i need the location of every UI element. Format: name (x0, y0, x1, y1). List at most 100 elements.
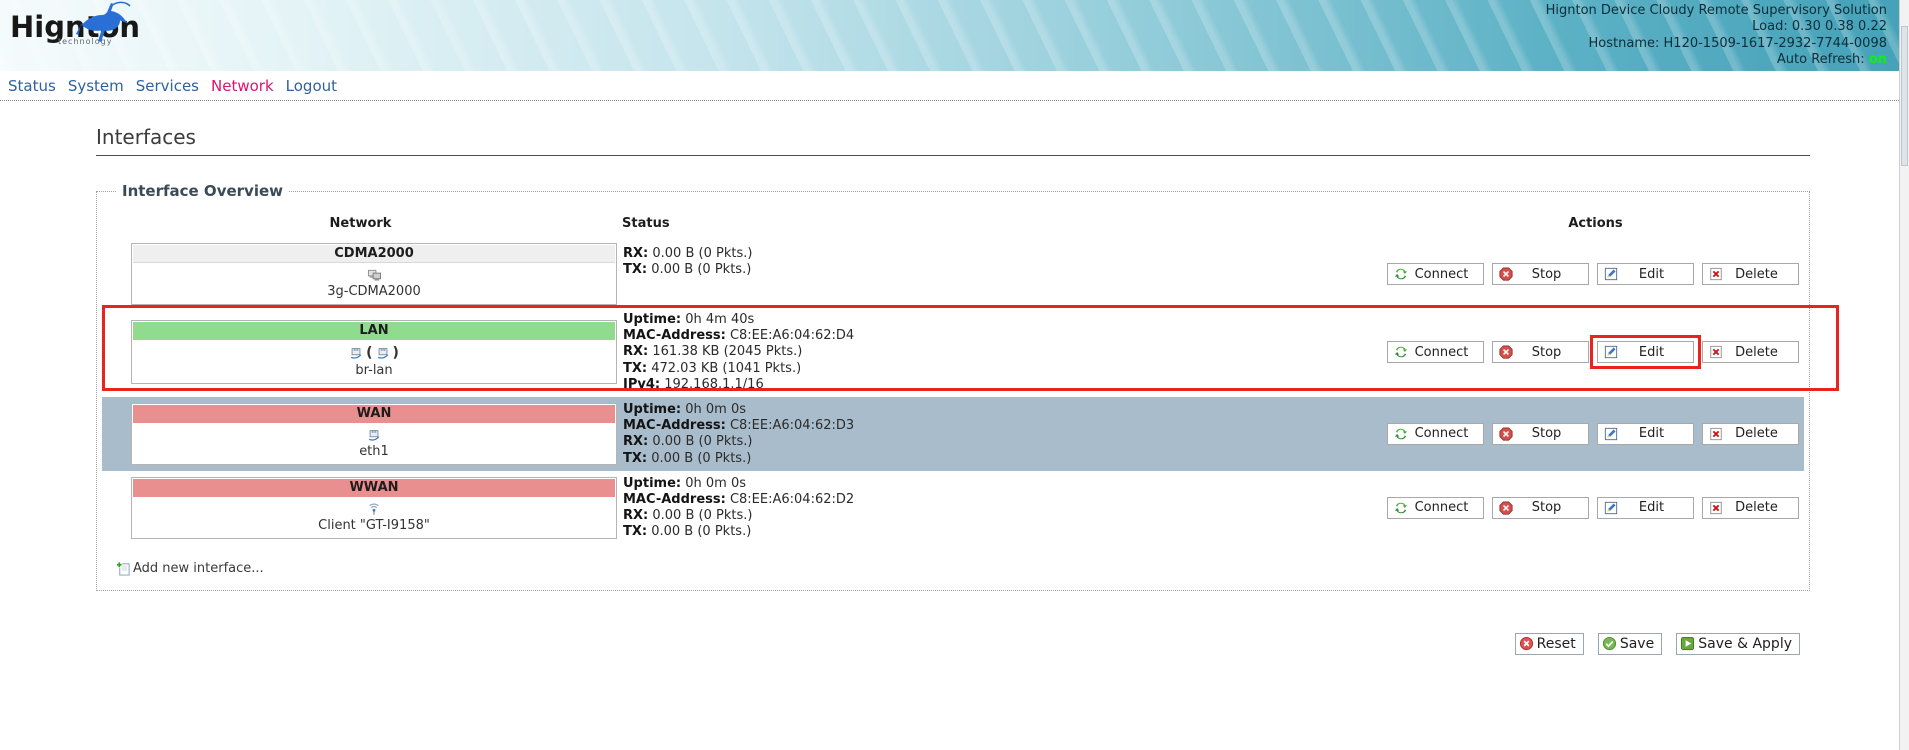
edit-button[interactable]: Edit (1597, 423, 1694, 445)
interface-overview-section: Interface Overview Network Status Action… (96, 182, 1810, 591)
connect-icon (1394, 345, 1408, 359)
network-name-bar: CDMA2000 (133, 245, 615, 263)
system-info: Hignton Device Cloudy Remote Supervisory… (1546, 3, 1887, 69)
edit-icon (1604, 267, 1618, 281)
interface-box: CDMA2000 3g-CDMA2000 (131, 243, 617, 305)
delete-icon (1709, 267, 1723, 281)
form-footer: Reset Save Save & Apply (96, 633, 1810, 656)
network-name-bar: WAN (133, 405, 615, 423)
save-icon (1602, 636, 1617, 651)
status-line: MAC-Address: C8:EE:A6:04:62:D3 (623, 418, 1387, 434)
hostname-line: Hostname: H120-1509-1617-2932-7744-0098 (1546, 36, 1887, 52)
brand-logo: Hignton technology (10, 12, 140, 46)
stop-button[interactable]: Stop (1492, 341, 1589, 363)
network-name-bar: WWAN (133, 479, 615, 497)
network-cell: WWAN Client "GT-I9158" (102, 471, 619, 545)
connect-button[interactable]: Connect (1387, 341, 1484, 363)
interface-icons (133, 423, 615, 443)
network-cell: CDMA2000 3g-CDMA2000 (102, 241, 619, 307)
menu-item-services[interactable]: Services (136, 77, 199, 95)
table-row-lan: LAN ( ) br-lan (102, 307, 1804, 397)
section-legend: Interface Overview (116, 182, 289, 200)
interfaces-table: Network Status Actions CDMA2000 3g-CDMA2… (102, 210, 1804, 545)
edit-icon (1604, 427, 1618, 441)
status-line: RX: 0.00 B (0 Pkts.) (623, 246, 1387, 262)
table-row-wan: WAN eth1 Uptime: 0h 0m 0s MAC-Address: C… (102, 397, 1804, 471)
stop-icon (1499, 427, 1513, 441)
gazelle-icon (64, 0, 136, 46)
status-cell: Uptime: 0h 0m 0s MAC-Address: C8:EE:A6:0… (619, 397, 1387, 471)
interface-box: LAN ( ) br-lan (131, 320, 617, 384)
interface-box: WAN eth1 (131, 403, 617, 465)
column-header-status: Status (619, 216, 1387, 231)
column-header-actions: Actions (1387, 216, 1804, 231)
edit-icon (1604, 345, 1618, 359)
interface-name: 3g-CDMA2000 (133, 283, 615, 303)
status-cell: Uptime: 0h 4m 40s MAC-Address: C8:EE:A6:… (619, 307, 1387, 397)
stop-button[interactable]: Stop (1492, 497, 1589, 519)
load-line: Load: 0.30 0.38 0.22 (1546, 19, 1887, 35)
status-line: TX: 0.00 B (0 Pkts.) (623, 451, 1387, 467)
connect-button[interactable]: Connect (1387, 423, 1484, 445)
page-title: Interfaces (96, 125, 1810, 156)
auto-refresh-line: Auto Refresh: on (1546, 52, 1887, 68)
edit-button[interactable]: Edit (1597, 341, 1694, 363)
connect-icon (1394, 427, 1408, 441)
connect-icon (1394, 501, 1408, 515)
menu-item-system[interactable]: System (68, 77, 124, 95)
status-line: TX: 472.03 KB (1041 Pkts.) (623, 361, 1387, 377)
connect-button[interactable]: Connect (1387, 497, 1484, 519)
delete-icon (1709, 501, 1723, 515)
connect-button[interactable]: Connect (1387, 263, 1484, 285)
delete-button[interactable]: Delete (1702, 423, 1799, 445)
interface-name: br-lan (133, 362, 615, 382)
ethernet-icon (349, 346, 363, 360)
interface-box: WWAN Client "GT-I9158" (131, 477, 617, 539)
interface-name: Client "GT-I9158" (133, 517, 615, 537)
delete-icon (1709, 427, 1723, 441)
menu-item-network[interactable]: Network (211, 77, 274, 95)
auto-refresh-status: on (1869, 52, 1887, 67)
delete-button[interactable]: Delete (1702, 497, 1799, 519)
interface-icons (133, 497, 615, 517)
save-button[interactable]: Save (1598, 633, 1662, 655)
scrollbar-thumb[interactable] (1901, 26, 1908, 166)
stop-icon (1499, 501, 1513, 515)
interface-name: eth1 (133, 443, 615, 463)
edit-button[interactable]: Edit (1597, 497, 1694, 519)
bridge-paren-close: ) (393, 345, 399, 361)
status-line: Uptime: 0h 0m 0s (623, 476, 1387, 492)
reset-button[interactable]: Reset (1515, 633, 1584, 655)
status-line: MAC-Address: C8:EE:A6:04:62:D2 (623, 492, 1387, 508)
hostname-value: H120-1509-1617-2932-7744-0098 (1664, 36, 1887, 51)
wireless-icon (367, 502, 381, 516)
stop-button[interactable]: Stop (1492, 423, 1589, 445)
status-line: RX: 161.38 KB (2045 Pkts.) (623, 344, 1387, 360)
table-header-row: Network Status Actions (102, 210, 1804, 241)
table-row-cdma2000: CDMA2000 3g-CDMA2000 RX: 0.00 B (0 Pkts.… (102, 241, 1804, 307)
table-row-wwan: WWAN Client "GT-I9158" Uptime: 0h 0m 0s … (102, 471, 1804, 545)
save-apply-button[interactable]: Save & Apply (1676, 633, 1800, 655)
interface-icons (133, 263, 615, 283)
vertical-scrollbar[interactable] (1899, 0, 1909, 750)
edit-button[interactable]: Edit (1597, 263, 1694, 285)
delete-button[interactable]: Delete (1702, 263, 1799, 285)
ethernet-icon (376, 346, 390, 360)
delete-button[interactable]: Delete (1702, 341, 1799, 363)
ethernet-icon (367, 428, 381, 442)
status-line-ipv4: IPv4: 192.168.1.1/16 (623, 377, 1387, 393)
load-value: 0.30 0.38 0.22 (1792, 19, 1887, 34)
menu-item-logout[interactable]: Logout (286, 77, 337, 95)
actions-cell: Connect Stop Edit Delete (1387, 471, 1804, 545)
menu-item-status[interactable]: Status (8, 77, 56, 95)
interface-icons: ( ) (133, 340, 615, 362)
delete-icon (1709, 345, 1723, 359)
status-line: Uptime: 0h 0m 0s (623, 402, 1387, 418)
stop-button[interactable]: Stop (1492, 263, 1589, 285)
status-line: TX: 0.00 B (0 Pkts.) (623, 524, 1387, 540)
reset-icon (1519, 636, 1534, 651)
actions-cell: Connect Stop Edit Delete (1387, 397, 1804, 471)
actions-cell: Connect Stop Edit (1387, 307, 1804, 397)
network-cell: LAN ( ) br-lan (102, 307, 619, 397)
add-new-interface-link[interactable]: Add new interface... (116, 561, 264, 576)
